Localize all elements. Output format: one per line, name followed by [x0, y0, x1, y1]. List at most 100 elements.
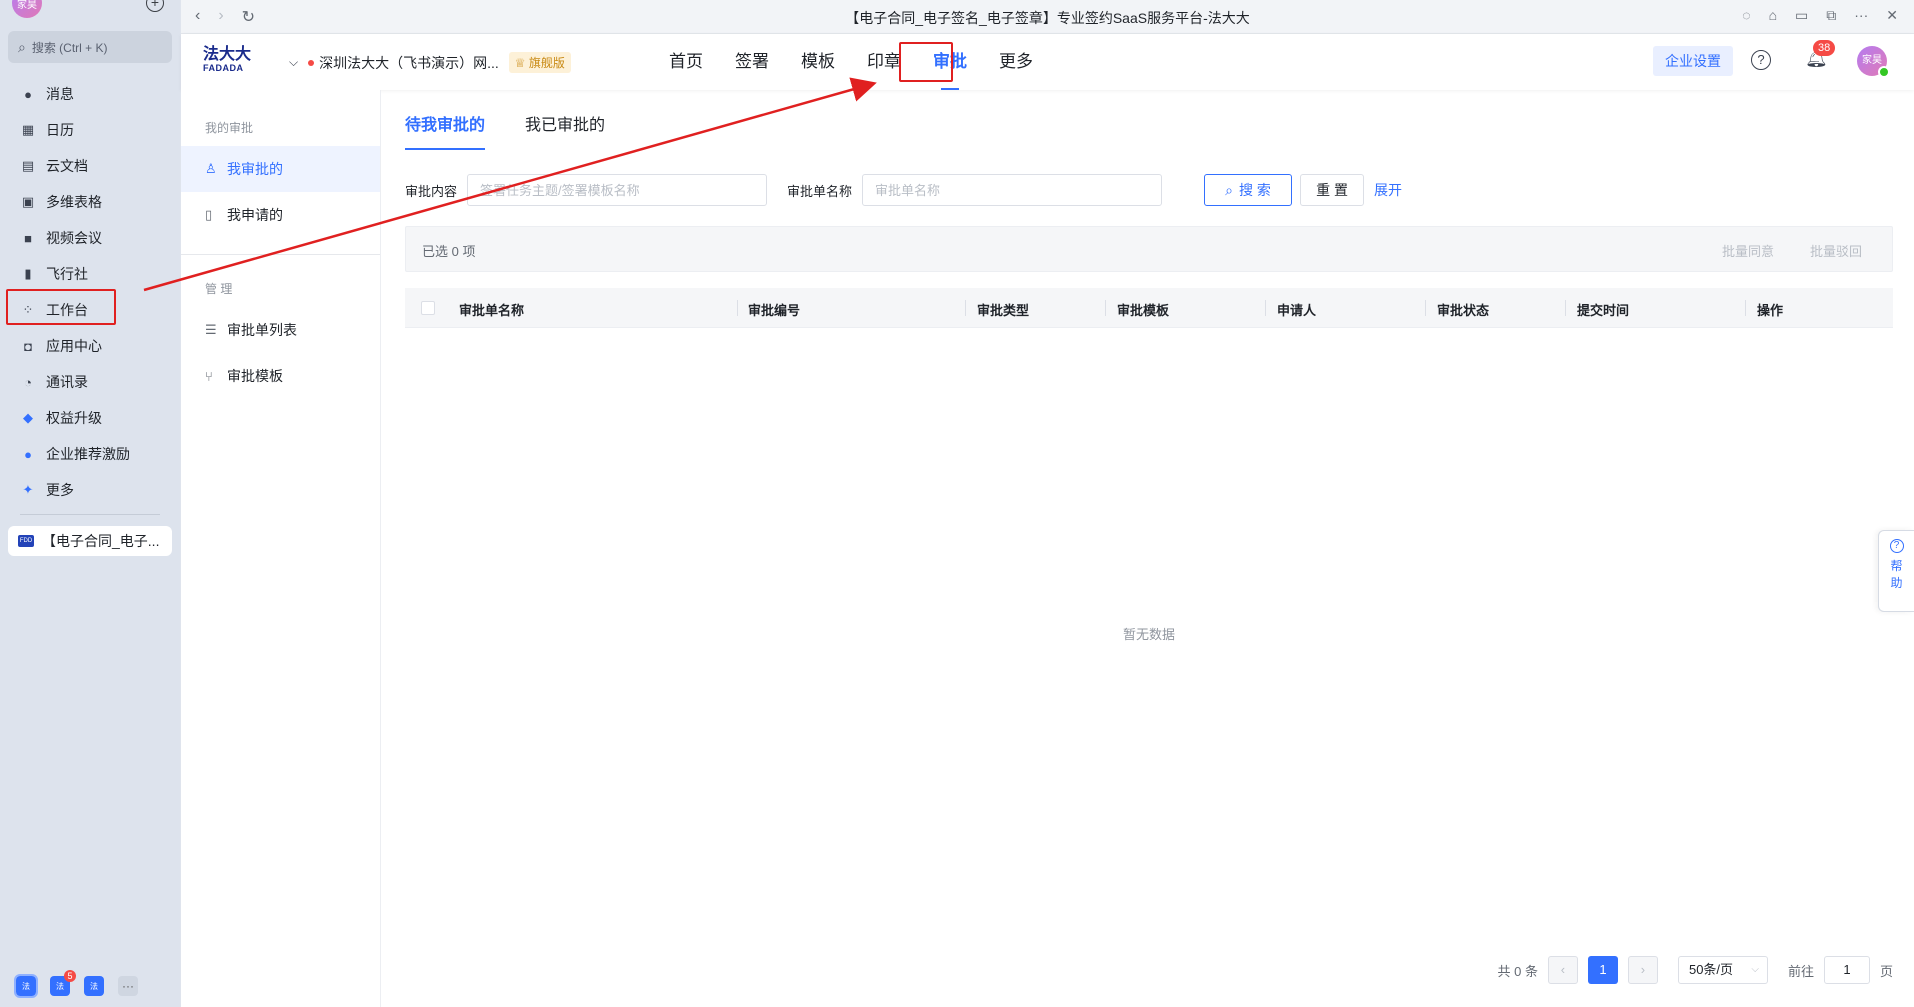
fadada-app-icon[interactable]: 法	[84, 976, 104, 996]
fs-nav-more[interactable]: ✦ 更多	[0, 472, 180, 508]
calendar-icon: ▦	[21, 122, 35, 137]
column-divider	[737, 300, 738, 316]
chat-icon[interactable]: ◌	[1742, 7, 1750, 24]
fs-nav-calendar[interactable]: ▦ 日历	[0, 112, 180, 148]
enterprise-settings-button[interactable]: 企业设置	[1653, 46, 1733, 76]
submenu-approval-template[interactable]: ⑂ 审批模板	[181, 353, 380, 399]
list-icon: ☰	[205, 322, 217, 337]
page-size-select[interactable]: 50条/页 ⌵	[1677, 956, 1768, 984]
company-switcher[interactable]: ⌵ 深圳法大大（飞书演示）网... ♕ 旗舰版	[289, 52, 571, 73]
column-header: 审批单名称	[459, 303, 525, 318]
fadada-logo[interactable]: 法大大 FADADA	[203, 46, 253, 74]
new-window-icon[interactable]: ⧉	[1826, 7, 1836, 24]
add-icon[interactable]: +	[146, 0, 164, 12]
app-icon-text: 法	[56, 981, 64, 991]
submenu-my-requests[interactable]: ▯ 我申请的	[181, 192, 380, 238]
fs-nav-upgrade[interactable]: ◆ 权益升级	[0, 400, 180, 436]
feishu-avatar[interactable]: 家昊	[12, 0, 42, 18]
column-header: 审批编号	[748, 303, 801, 318]
status-dot	[308, 59, 315, 66]
submenu-label: 我审批的	[227, 161, 283, 177]
fs-nav-messages[interactable]: ● 消息	[0, 76, 180, 112]
submenu-label: 我申请的	[227, 207, 283, 223]
bag-icon: ◘	[24, 338, 32, 354]
next-page-button[interactable]: ›	[1627, 956, 1658, 984]
nav-more[interactable]: 更多	[983, 34, 1049, 90]
select-all-checkbox[interactable]	[421, 301, 435, 315]
column-header: 审批模板	[1117, 303, 1170, 318]
goto-page-input[interactable]: 1	[1823, 956, 1870, 984]
notification-badge: 5	[64, 970, 76, 982]
user-avatar[interactable]: 家昊	[1857, 46, 1890, 78]
chevron-down-icon: ⌵	[289, 55, 299, 69]
brand-cn: 法大大	[203, 46, 252, 63]
batch-reject-button[interactable]: 批量驳回	[1810, 241, 1862, 260]
chevron-down-icon: ⌵	[1751, 964, 1759, 975]
approval-name-input[interactable]	[862, 174, 1163, 206]
reset-button[interactable]: 重 置	[1300, 174, 1365, 206]
app-icon-text: 法	[22, 981, 30, 991]
filter-content-label: 审批内容	[405, 183, 458, 199]
table-icon: ▣	[21, 194, 35, 209]
window-titlebar: ‹ › ↻ 【电子合同_电子签名_电子签章】专业签约SaaS服务平台-法大大 ◌…	[181, 0, 1914, 34]
fs-nav-community[interactable]: ▮ 飞行社	[0, 256, 180, 292]
video-icon: ■	[24, 230, 32, 246]
column-divider	[1265, 300, 1266, 316]
expand-link[interactable]: 展开	[1374, 180, 1402, 200]
search-button[interactable]: ⌕ 搜 索	[1204, 174, 1293, 206]
approval-submenu: 我的审批 ♙ 我审批的 ▯ 我申请的 管 理 ☰ 审批单列表 ⑂ 审批模板	[181, 90, 381, 1007]
more-dots-icon[interactable]: ···	[118, 976, 138, 996]
column-divider	[965, 300, 966, 316]
page-suffix: 页	[1879, 963, 1893, 979]
branch-icon: ⑂	[205, 368, 213, 384]
fadada-app: ‹ › ↻ 【电子合同_电子签名_电子签章】专业签约SaaS服务平台-法大大 ◌…	[181, 0, 1914, 1007]
contacts-icon: ◔	[24, 374, 32, 390]
submenu-approval-list[interactable]: ☰ 审批单列表	[181, 307, 380, 353]
close-icon[interactable]: ✕	[1886, 7, 1898, 24]
submenu-group-title: 我的审批	[205, 121, 254, 135]
nav-sign[interactable]: 签署	[719, 34, 785, 90]
tab-pending[interactable]: 待我审批的	[405, 114, 486, 150]
prev-page-button[interactable]: ‹	[1547, 956, 1578, 984]
edition-label: 旗舰版	[528, 56, 565, 70]
bell-icon[interactable]: 🔔︎ 38	[1805, 40, 1836, 69]
page-number[interactable]: 1	[1587, 956, 1618, 984]
column-divider	[1425, 300, 1426, 316]
chat-bubble-icon: ●	[24, 86, 32, 102]
column-header: 审批类型	[977, 303, 1030, 318]
submenu-my-approvals[interactable]: ♙ 我审批的	[181, 146, 380, 192]
search-icon: ⌕	[1225, 181, 1233, 198]
fadada-app-icon[interactable]: 法5	[50, 970, 76, 996]
fs-nav-label: 权益升级	[46, 410, 102, 426]
fs-nav-referral[interactable]: ● 企业推荐激励	[0, 436, 180, 472]
fs-nav-label: 通讯录	[46, 374, 88, 390]
diamond-icon: ◆	[23, 410, 33, 425]
feishu-sidebar: 家昊 + ⌕ 搜索 (Ctrl + K) ● 消息 ▦ 日历 ▤ 云文档 ▣ 多维表格 …	[0, 0, 180, 1007]
nav-template[interactable]: 模板	[785, 34, 851, 90]
fadada-app-icon[interactable]: 法	[14, 974, 38, 998]
nav-home[interactable]: 首页	[653, 34, 719, 90]
approval-content-input[interactable]	[467, 174, 768, 206]
fs-nav-base[interactable]: ▣ 多维表格	[0, 184, 180, 220]
feishu-search[interactable]: ⌕ 搜索 (Ctrl + K)	[8, 31, 172, 63]
fs-nav-contacts[interactable]: ◔ 通讯录	[0, 364, 180, 400]
help-icon[interactable]: ?	[1751, 50, 1771, 70]
page-size-value: 50条/页	[1688, 962, 1734, 977]
fs-nav-appcenter[interactable]: ◘ 应用中心	[0, 328, 180, 364]
tab-approved[interactable]: 我已审批的	[525, 114, 605, 150]
verified-icon	[1878, 66, 1890, 78]
help-floating-button[interactable]: ? 帮 助	[1878, 530, 1914, 612]
fs-nav-label: 企业推荐激励	[46, 446, 130, 462]
batch-approve-button[interactable]: 批量同意	[1722, 241, 1774, 260]
robot-icon[interactable]: ⌂	[1769, 7, 1777, 24]
main-nav: 首页 签署 模板 印章 审批 更多	[653, 34, 1049, 90]
pinned-app-tab[interactable]: FDD 【电子合同_电子...	[8, 526, 172, 556]
fs-nav-docs[interactable]: ▤ 云文档	[0, 148, 180, 184]
search-icon: ⌕	[18, 38, 26, 55]
fs-nav-label: 视频会议	[46, 230, 102, 246]
sidebar-toggle-icon[interactable]: ▭	[1795, 7, 1808, 24]
column-header: 申请人	[1277, 303, 1317, 318]
fs-nav-meeting[interactable]: ■ 视频会议	[0, 220, 180, 256]
more-icon[interactable]: ···	[1854, 7, 1868, 24]
fs-nav-label: 多维表格	[46, 194, 102, 210]
